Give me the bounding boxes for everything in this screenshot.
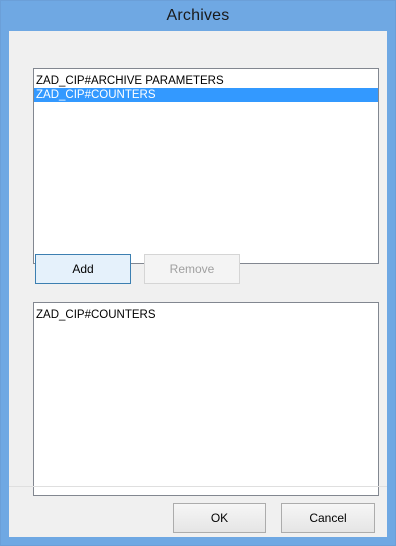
remove-button[interactable]: Remove — [144, 254, 240, 284]
archives-listbox[interactable]: ZAD_CIP#ARCHIVE PARAMETERS ZAD_CIP#COUNT… — [33, 68, 379, 264]
ok-button[interactable]: OK — [173, 503, 266, 533]
list-item-selected-counters[interactable]: ZAD_CIP#COUNTERS — [34, 308, 378, 322]
footer-divider — [9, 486, 387, 487]
title-bar[interactable]: Archives — [1, 1, 395, 31]
list-item-archive-parameters[interactable]: ZAD_CIP#ARCHIVE PARAMETERS — [34, 74, 378, 88]
add-button[interactable]: Add — [35, 254, 131, 284]
list-item-counters[interactable]: ZAD_CIP#COUNTERS — [34, 88, 378, 102]
cancel-button[interactable]: Cancel — [281, 503, 375, 533]
dialog-client-area: ZAD_CIP#ARCHIVE PARAMETERS ZAD_CIP#COUNT… — [9, 31, 387, 537]
archives-dialog: Archives ZAD_CIP#ARCHIVE PARAMETERS ZAD_… — [0, 0, 396, 546]
dialog-title: Archives — [166, 7, 230, 24]
selected-archives-listbox[interactable]: ZAD_CIP#COUNTERS — [33, 302, 379, 496]
